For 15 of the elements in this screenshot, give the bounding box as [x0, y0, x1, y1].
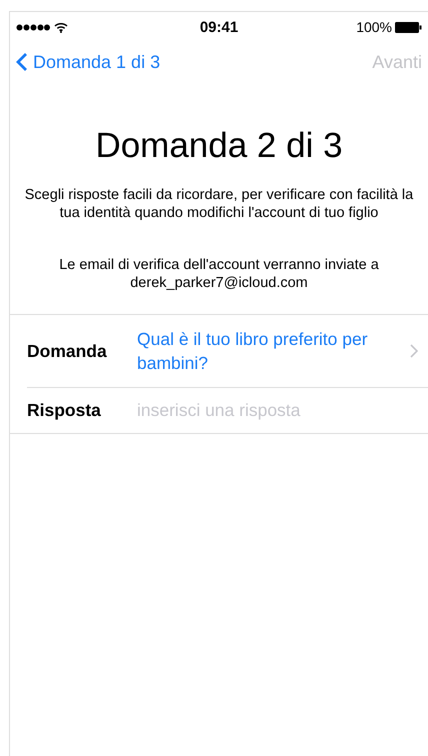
field-label: Risposta	[27, 400, 102, 421]
answer-field[interactable]: inserisci una risposta	[137, 400, 418, 421]
battery-percent: 100%	[356, 19, 392, 35]
wifi-icon	[54, 22, 68, 32]
field-label: Domanda	[27, 340, 108, 362]
description-text: Scegli risposte facili da ricordare, per verificare con facilità la tua identità quando modifichi l'account di tuo figlio	[24, 186, 414, 222]
page-title: Domanda 2 di 3	[95, 126, 343, 166]
back-button[interactable]: Domanda 1 di 3	[16, 52, 160, 72]
signal-icon	[16, 24, 50, 30]
question-value[interactable]: Qual è il tuo libro preferito per bambini?	[137, 327, 410, 375]
status-time: 09:41	[200, 18, 238, 36]
chevron-right-icon	[410, 344, 418, 358]
email-note: Le email di verifica dell'account verranno inviate a derek_parker7@icloud.com	[58, 256, 380, 292]
back-chevron-icon	[16, 52, 28, 72]
battery-icon	[395, 22, 422, 32]
